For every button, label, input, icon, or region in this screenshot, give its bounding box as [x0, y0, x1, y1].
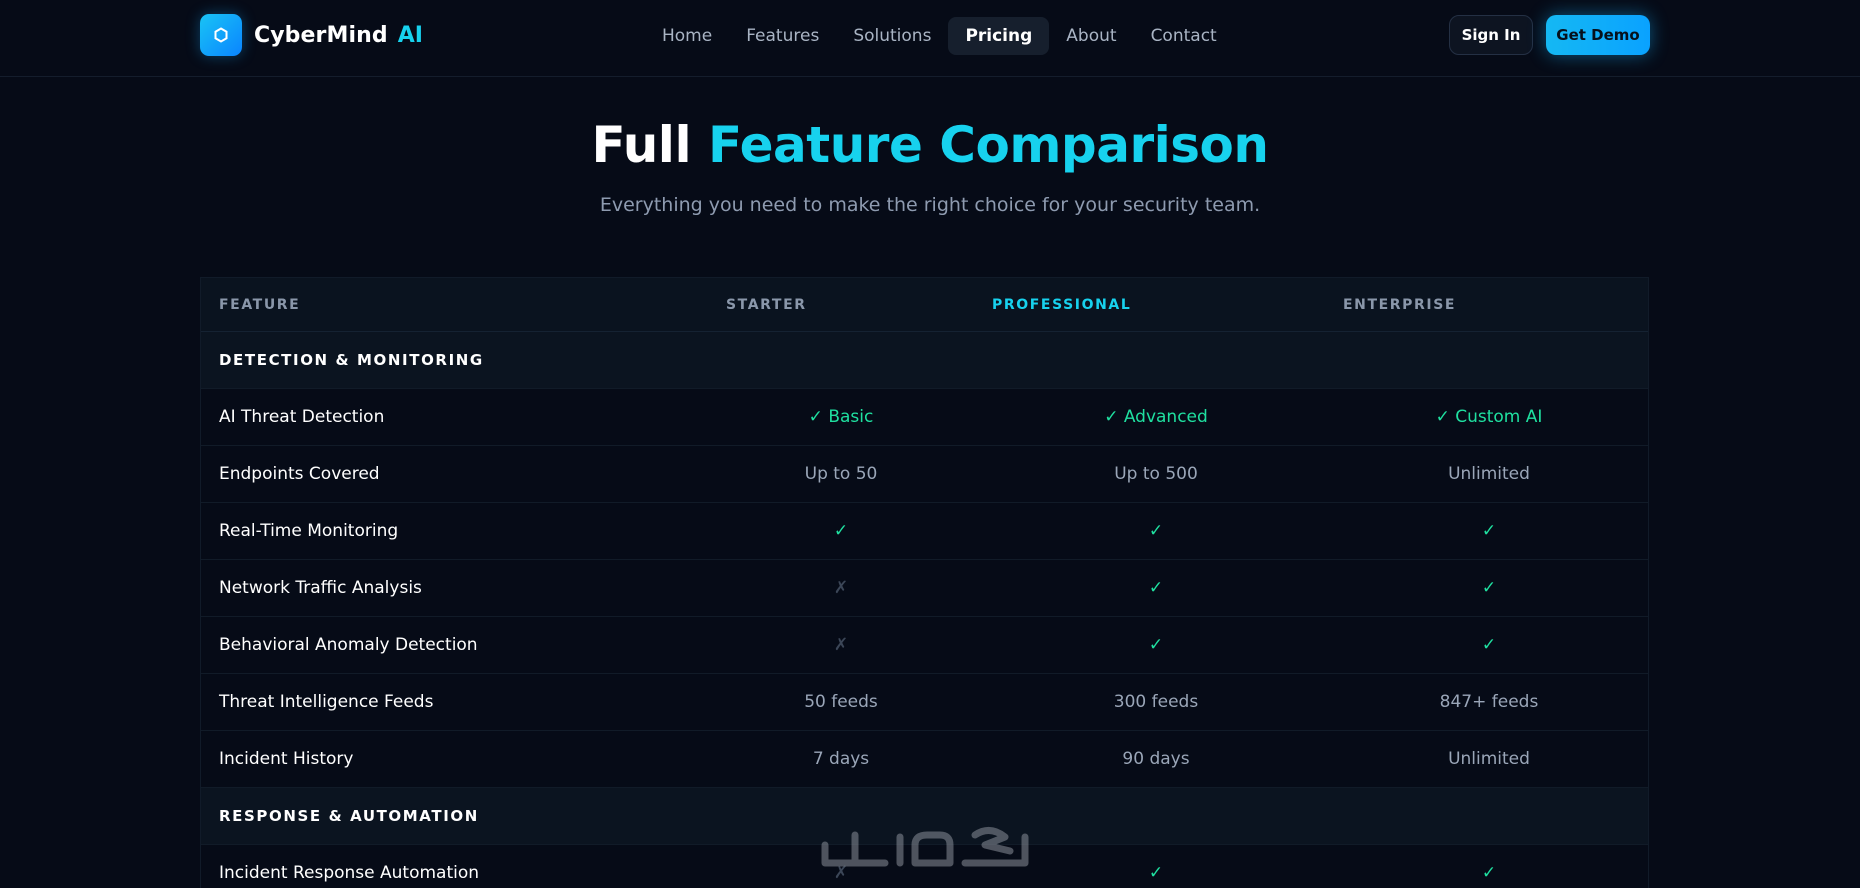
page-title-accent: Feature Comparison — [708, 116, 1269, 174]
table-row: Real-Time Monitoring ✓ ✓ ✓ — [201, 503, 1648, 560]
starter-value: Up to 50 — [804, 464, 878, 484]
hexagon-icon — [214, 27, 228, 43]
header-feature: FEATURE — [219, 297, 301, 313]
feature-name: Real-Time Monitoring — [219, 521, 399, 541]
get-demo-button[interactable]: Get Demo — [1546, 15, 1650, 55]
section-row: RESPONSE & AUTOMATION — [201, 788, 1648, 845]
cross-icon: ✗ — [833, 578, 849, 598]
section-row: DETECTION & MONITORING — [201, 332, 1648, 389]
check-icon: ✓ — [1148, 578, 1164, 598]
nav-item-pricing[interactable]: Pricing — [948, 17, 1050, 55]
starter-value: 50 feeds — [804, 692, 878, 712]
brand-name: CyberMind — [254, 22, 388, 48]
feature-name: AI Threat Detection — [219, 407, 385, 427]
nav-item-about[interactable]: About — [1049, 17, 1133, 55]
check-icon: ✓ — [1148, 521, 1164, 541]
table-row: Threat Intelligence Feeds 50 feeds 300 f… — [201, 674, 1648, 731]
top-navbar: CyberMind AI Home Features Solutions Pri… — [0, 0, 1860, 77]
professional-value: ✓ Advanced — [1104, 407, 1208, 427]
sign-in-button[interactable]: Sign In — [1449, 15, 1533, 55]
starter-value: 7 days — [812, 749, 870, 769]
professional-value: 300 feeds — [1113, 692, 1199, 712]
check-icon: ✓ — [1148, 635, 1164, 655]
feature-name: Behavioral Anomaly Detection — [219, 635, 478, 655]
table-row: Network Traffic Analysis ✗ ✓ ✓ — [201, 560, 1648, 617]
feature-name: Incident Response Automation — [219, 863, 480, 883]
nav-item-features[interactable]: Features — [729, 17, 836, 55]
feature-name: Incident History — [219, 749, 354, 769]
table-header: FEATURE STARTER PROFESSIONAL ENTERPRISE — [201, 278, 1648, 332]
enterprise-value: Unlimited — [1448, 464, 1530, 484]
table-row: Incident Response Automation ✗ ✓ ✓ — [201, 845, 1648, 888]
page-subtitle: Everything you need to make the right ch… — [599, 194, 1261, 216]
section-label: RESPONSE & AUTOMATION — [219, 807, 479, 825]
cross-icon: ✗ — [833, 863, 849, 883]
table-row: Behavioral Anomaly Detection ✗ ✓ ✓ — [201, 617, 1648, 674]
enterprise-value: Unlimited — [1448, 749, 1530, 769]
header-professional: PROFESSIONAL — [992, 297, 1132, 313]
main-menu: Home Features Solutions Pricing About Co… — [645, 17, 1234, 55]
section-label: DETECTION & MONITORING — [219, 351, 484, 369]
header-enterprise: ENTERPRISE — [1343, 297, 1457, 313]
feature-comparison-table: FEATURE STARTER PROFESSIONAL ENTERPRISE … — [200, 277, 1649, 888]
brand-logo[interactable]: CyberMind AI — [200, 14, 423, 56]
nav-item-home[interactable]: Home — [645, 17, 729, 55]
feature-name: Threat Intelligence Feeds — [219, 692, 434, 712]
brand-suffix: AI — [397, 22, 423, 48]
check-icon: ✓ — [1481, 863, 1497, 883]
check-icon: ✓ — [1481, 635, 1497, 655]
shield-hexagon-icon — [200, 14, 242, 56]
starter-value: ✓ Basic — [808, 407, 874, 427]
feature-name: Network Traffic Analysis — [219, 578, 422, 598]
feature-name: Endpoints Covered — [219, 464, 380, 484]
table-row: Endpoints Covered Up to 50 Up to 500 Unl… — [201, 446, 1648, 503]
check-icon: ✓ — [1148, 863, 1164, 883]
check-icon: ✓ — [833, 521, 849, 541]
nav-item-contact[interactable]: Contact — [1134, 17, 1234, 55]
professional-value: Up to 500 — [1114, 464, 1198, 484]
cross-icon: ✗ — [833, 635, 849, 655]
check-icon: ✓ — [1481, 521, 1497, 541]
page-title-plain: Full — [591, 116, 692, 174]
enterprise-value: ✓ Custom AI — [1435, 407, 1543, 427]
header-starter: STARTER — [726, 297, 807, 313]
table-row: AI Threat Detection ✓ Basic ✓ Advanced ✓… — [201, 389, 1648, 446]
table-row: Incident History 7 days 90 days Unlimite… — [201, 731, 1648, 788]
check-icon: ✓ — [1481, 578, 1497, 598]
professional-value: 90 days — [1122, 749, 1190, 769]
nav-item-solutions[interactable]: Solutions — [836, 17, 948, 55]
page-title: Full Feature Comparison — [0, 116, 1860, 174]
enterprise-value: 847+ feeds — [1439, 692, 1539, 712]
